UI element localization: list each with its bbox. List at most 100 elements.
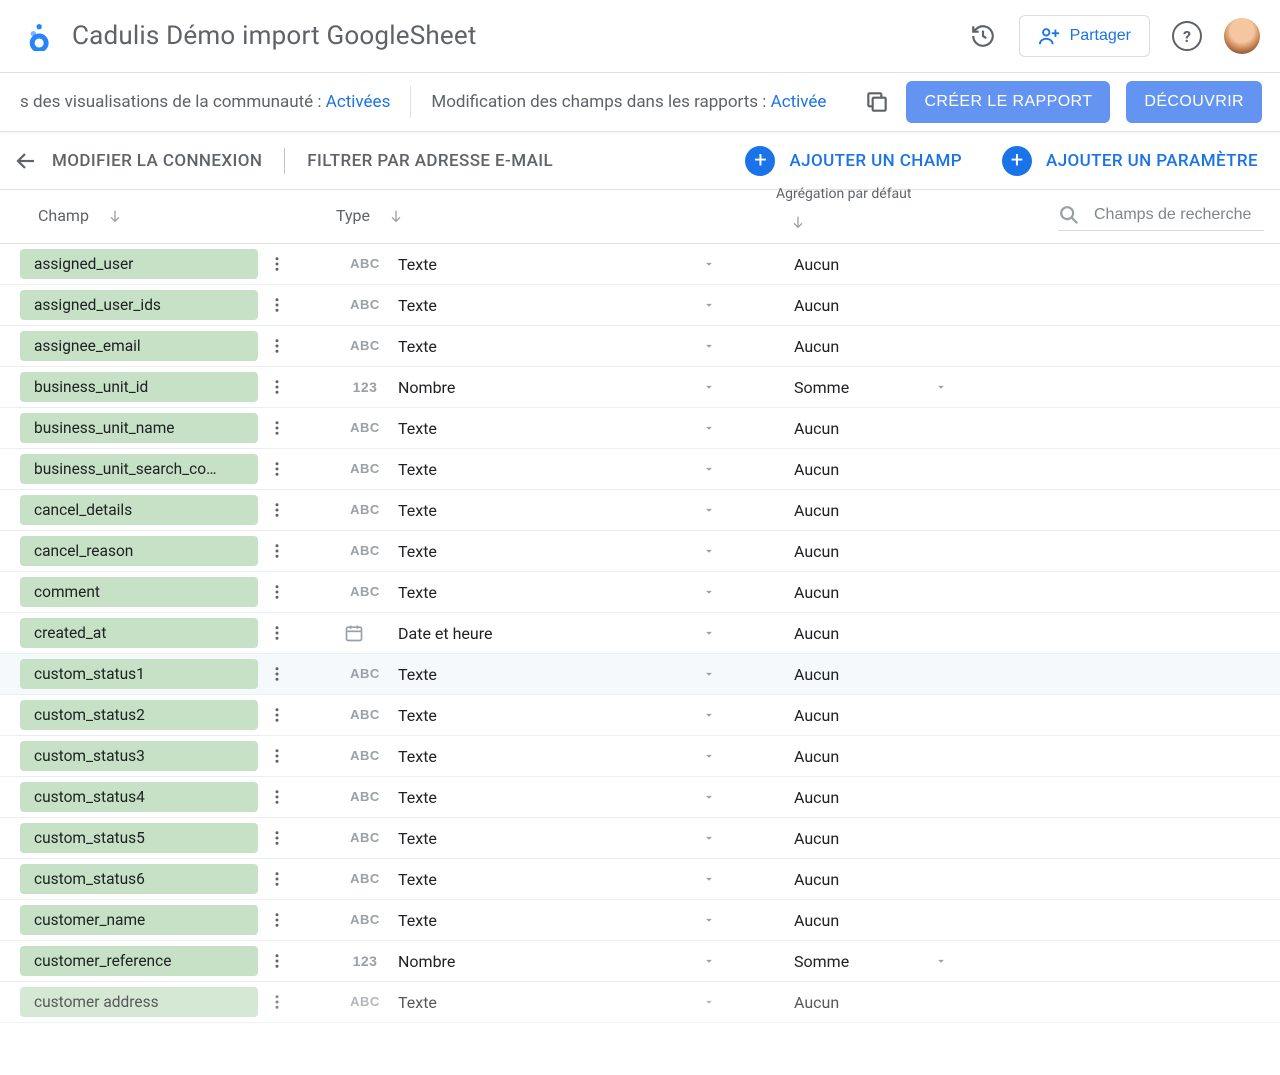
create-report-button[interactable]: CRÉER LE RAPPORT [906, 81, 1110, 123]
type-selector[interactable]: Nombre [386, 952, 716, 971]
field-name-chip[interactable]: customer_reference [20, 946, 258, 976]
aggregation-value[interactable]: Aucun [794, 993, 934, 1012]
row-menu-icon[interactable] [268, 255, 290, 273]
aggregation-value[interactable]: Aucun [794, 542, 934, 561]
column-header-champ[interactable]: Champ [38, 206, 123, 225]
type-selector[interactable]: Date et heure [386, 624, 716, 643]
aggregation-value[interactable]: Somme [794, 378, 934, 397]
field-name-chip[interactable]: custom_status4 [20, 782, 258, 812]
aggregation-value[interactable]: Aucun [794, 337, 934, 356]
aggregation-value[interactable]: Aucun [794, 747, 934, 766]
aggregation-value[interactable]: Aucun [794, 460, 934, 479]
row-menu-icon[interactable] [268, 911, 290, 929]
row-menu-icon[interactable] [268, 501, 290, 519]
back-arrow-icon[interactable] [14, 149, 38, 173]
row-menu-icon[interactable] [268, 419, 290, 437]
aggregation-value[interactable]: Aucun [794, 296, 934, 315]
field-name-chip[interactable]: created_at [20, 618, 258, 648]
chevron-down-icon[interactable] [934, 954, 948, 968]
field-name-chip[interactable]: cancel_details [20, 495, 258, 525]
community-viz-link[interactable]: Activées [326, 92, 391, 112]
field-name-chip[interactable]: business_unit_name [20, 413, 258, 443]
chevron-down-icon[interactable] [934, 380, 948, 394]
column-header-aggregation-sort[interactable] [790, 214, 806, 230]
field-name-chip[interactable]: cancel_reason [20, 536, 258, 566]
aggregation-value[interactable]: Somme [794, 952, 934, 971]
type-selector[interactable]: Texte [386, 501, 716, 520]
type-selector[interactable]: Texte [386, 747, 716, 766]
type-selector[interactable]: Texte [386, 583, 716, 602]
aggregation-value[interactable]: Aucun [794, 788, 934, 807]
row-menu-icon[interactable] [268, 337, 290, 355]
aggregation-value[interactable]: Aucun [794, 419, 934, 438]
history-icon[interactable] [969, 22, 997, 50]
row-menu-icon[interactable] [268, 296, 290, 314]
aggregation-value[interactable]: Aucun [794, 870, 934, 889]
type-selector[interactable]: Texte [386, 993, 716, 1012]
filter-by-email-link[interactable]: FILTRER PAR ADRESSE E-MAIL [307, 151, 553, 171]
type-selector[interactable]: Texte [386, 542, 716, 561]
type-selector[interactable]: Nombre [386, 378, 716, 397]
row-menu-icon[interactable] [268, 747, 290, 765]
type-selector[interactable]: Texte [386, 337, 716, 356]
search-fields[interactable] [1058, 200, 1264, 231]
row-menu-icon[interactable] [268, 583, 290, 601]
aggregation-value[interactable]: Aucun [794, 583, 934, 602]
field-name-chip[interactable]: assigned_user_ids [20, 290, 258, 320]
datetime-type-icon [344, 623, 386, 643]
row-menu-icon[interactable] [268, 788, 290, 806]
field-name-chip[interactable]: custom_status3 [20, 741, 258, 771]
field-name-chip[interactable]: business_unit_search_co… [20, 454, 258, 484]
aggregation-value[interactable]: Aucun [794, 501, 934, 520]
type-selector[interactable]: Texte [386, 788, 716, 807]
aggregation-value[interactable]: Aucun [794, 911, 934, 930]
aggregation-value[interactable]: Aucun [794, 665, 934, 684]
copy-icon[interactable] [864, 89, 890, 115]
share-button[interactable]: Partager [1019, 15, 1150, 57]
type-selector[interactable]: Texte [386, 829, 716, 848]
type-selector[interactable]: Texte [386, 419, 716, 438]
modify-connection-link[interactable]: MODIFIER LA CONNEXION [52, 151, 262, 171]
page-title[interactable]: Cadulis Démo import GoogleSheet [72, 21, 477, 51]
add-field-button[interactable]: + AJOUTER UN CHAMP [745, 146, 962, 176]
row-menu-icon[interactable] [268, 665, 290, 683]
aggregation-value[interactable]: Aucun [794, 624, 934, 643]
discover-button[interactable]: DÉCOUVRIR [1126, 81, 1262, 123]
field-name-chip[interactable]: assigned_user [20, 249, 258, 279]
row-menu-icon[interactable] [268, 624, 290, 642]
row-menu-icon[interactable] [268, 706, 290, 724]
type-selector[interactable]: Texte [386, 706, 716, 725]
user-avatar[interactable] [1224, 18, 1260, 54]
row-menu-icon[interactable] [268, 542, 290, 560]
help-icon[interactable]: ? [1172, 21, 1202, 51]
add-parameter-button[interactable]: + AJOUTER UN PARAMÈTRE [1002, 146, 1258, 176]
row-menu-icon[interactable] [268, 952, 290, 970]
field-edit-link[interactable]: Activée [771, 92, 827, 112]
field-name-chip[interactable]: assignee_email [20, 331, 258, 361]
type-selector[interactable]: Texte [386, 870, 716, 889]
search-fields-input[interactable] [1094, 206, 1264, 224]
aggregation-value[interactable]: Aucun [794, 706, 934, 725]
type-label: Texte [398, 255, 437, 274]
type-selector[interactable]: Texte [386, 911, 716, 930]
field-name-chip[interactable]: custom_status5 [20, 823, 258, 853]
field-name-chip[interactable]: customer address [20, 987, 258, 1017]
row-menu-icon[interactable] [268, 829, 290, 847]
row-menu-icon[interactable] [268, 460, 290, 478]
aggregation-value[interactable]: Aucun [794, 255, 934, 274]
type-selector[interactable]: Texte [386, 460, 716, 479]
field-name-chip[interactable]: business_unit_id [20, 372, 258, 402]
field-name-chip[interactable]: custom_status6 [20, 864, 258, 894]
field-name-chip[interactable]: custom_status1 [20, 659, 258, 689]
aggregation-value[interactable]: Aucun [794, 829, 934, 848]
type-selector[interactable]: Texte [386, 296, 716, 315]
row-menu-icon[interactable] [268, 870, 290, 888]
field-name-chip[interactable]: custom_status2 [20, 700, 258, 730]
type-selector[interactable]: Texte [386, 665, 716, 684]
type-selector[interactable]: Texte [386, 255, 716, 274]
row-menu-icon[interactable] [268, 378, 290, 396]
row-menu-icon[interactable] [268, 993, 290, 1011]
field-name-chip[interactable]: comment [20, 577, 258, 607]
column-header-type[interactable]: Type [336, 206, 404, 225]
field-name-chip[interactable]: customer_name [20, 905, 258, 935]
